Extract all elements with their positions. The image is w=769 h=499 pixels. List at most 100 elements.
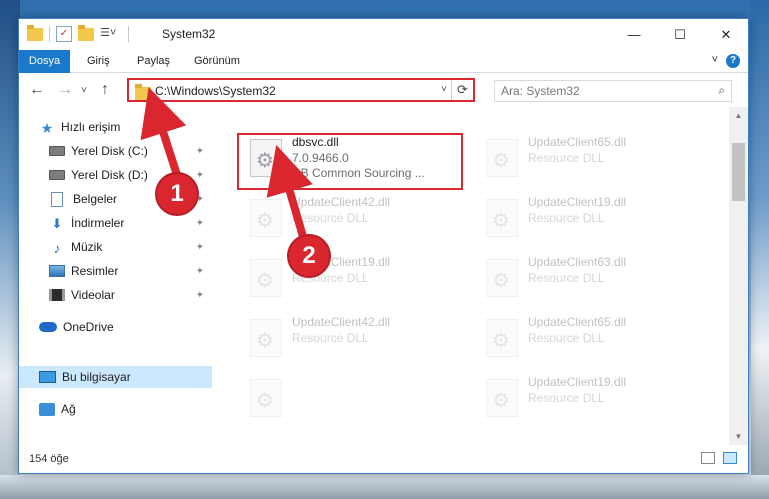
desktop-background-bottom: [0, 475, 769, 499]
file-item[interactable]: UpdateClient19.dll Resource DLL: [476, 191, 706, 247]
sidebar-item-label: Ağ: [61, 402, 76, 416]
computer-icon: [39, 371, 56, 383]
sidebar-item-label: İndirmeler: [71, 216, 125, 230]
pin-icon: ✦: [195, 265, 204, 277]
file-item-partial[interactable]: [240, 371, 470, 427]
folder-icon: [135, 84, 151, 100]
sidebar-item-local-disk-c[interactable]: Yerel Disk (C:) ✦: [19, 140, 212, 162]
scroll-up-icon[interactable]: ▲: [729, 107, 748, 124]
star-icon: ★: [40, 120, 54, 136]
sidebar-item-label: Belgeler: [73, 192, 118, 206]
file-type: Resource DLL: [528, 331, 605, 345]
scrollbar-thumb[interactable]: [732, 143, 745, 201]
file-type: Resource DLL: [528, 151, 605, 165]
ribbon-tabs: Dosya Giriş Paylaş Görünüm ˅ ?: [19, 50, 748, 73]
file-item[interactable]: UpdateClient19.dll Resource DLL: [476, 371, 706, 427]
pin-icon: ✦: [195, 169, 204, 181]
desktop-background-right: [751, 0, 769, 499]
sidebar-item-videos[interactable]: Videolar ✦: [19, 284, 212, 306]
title-bar: ✓ ☰˅ System32 — ☐ ✕: [19, 19, 748, 50]
sidebar-item-this-pc[interactable]: Bu bilgisayar: [19, 366, 212, 388]
customize-toolbar-icon[interactable]: ☰˅: [100, 26, 122, 42]
back-button[interactable]: ←: [29, 81, 45, 99]
quick-access-toolbar: ✓ ☰˅: [27, 25, 135, 42]
dll-file-icon: [486, 199, 518, 237]
highlight-box: [237, 133, 463, 190]
sidebar-item-label: Hızlı erişim: [61, 120, 121, 134]
search-placeholder[interactable]: Ara: System32: [501, 84, 580, 98]
refresh-icon[interactable]: ⟳: [451, 80, 473, 100]
tab-view[interactable]: Görünüm: [184, 50, 250, 73]
dll-file-icon: [486, 379, 518, 417]
file-item[interactable]: UpdateClient63.dll Resource DLL: [476, 251, 706, 307]
file-type: Resource DLL: [528, 271, 605, 285]
file-item[interactable]: UpdateClient65.dll Resource DLL: [476, 311, 706, 367]
address-path[interactable]: C:\Windows\System32: [155, 84, 276, 98]
tab-share[interactable]: Paylaş: [127, 50, 180, 73]
file-type: Resource DLL: [292, 211, 369, 225]
item-count: 154 öğe: [29, 453, 69, 465]
file-name: UpdateClient19.dll: [528, 375, 627, 389]
up-button[interactable]: ↑: [101, 81, 109, 99]
desktop-background-left: [0, 0, 20, 499]
help-icon[interactable]: ?: [726, 54, 740, 68]
toolbar-separator: [128, 26, 129, 42]
dll-file-icon: [250, 199, 282, 237]
file-name: UpdateClient42.dll: [292, 195, 391, 209]
file-item[interactable]: UpdateClient42.dll Resource DLL: [240, 191, 470, 247]
download-icon: ⬇: [51, 216, 63, 231]
sidebar-item-quick-access[interactable]: ★ Hızlı erişim: [19, 116, 212, 138]
step-2-badge: 2: [289, 236, 329, 276]
sidebar-item-downloads[interactable]: ⬇ İndirmeler ✦: [19, 212, 212, 234]
file-name: UpdateClient63.dll: [528, 255, 627, 269]
dll-file-icon: [250, 379, 282, 417]
toolbar-separator: [49, 26, 50, 42]
network-icon: [39, 402, 55, 416]
sidebar-item-label: Videolar: [71, 288, 115, 302]
document-icon: [51, 191, 63, 207]
search-box[interactable]: Ara: System32 ⌕: [494, 80, 732, 102]
properties-icon[interactable]: ✓: [56, 26, 72, 42]
step-1-badge: 1: [157, 174, 197, 214]
pictures-icon: [49, 265, 65, 277]
file-item[interactable]: UpdateClient65.dll Resource DLL: [476, 131, 706, 187]
pin-icon: ✦: [195, 217, 204, 229]
minimize-button[interactable]: —: [611, 19, 657, 50]
pin-icon: ✦: [195, 289, 204, 301]
tab-home[interactable]: Giriş: [77, 50, 120, 73]
dll-file-icon: [486, 139, 518, 177]
ribbon-expand-icon[interactable]: ˅: [712, 54, 718, 66]
navigation-bar: ← → ˅ ↑ C:\Windows\System32 ˅ ⟳ Ara: Sys…: [19, 74, 748, 107]
file-list: dbsvc.dll 7.0.9466.0 DB Common Sourcing …: [212, 107, 729, 445]
sidebar-item-label: Bu bilgisayar: [62, 370, 131, 384]
sidebar-item-onedrive[interactable]: OneDrive: [19, 316, 212, 338]
file-item[interactable]: UpdateClient42.dll Resource DLL: [240, 311, 470, 367]
close-button[interactable]: ✕: [703, 19, 749, 50]
navigation-pane: ★ Hızlı erişim Yerel Disk (C:) ✦ Yerel D…: [19, 107, 212, 445]
sidebar-item-network[interactable]: Ağ: [19, 398, 212, 420]
recent-locations-button[interactable]: ˅: [81, 85, 87, 96]
large-icons-view-icon[interactable]: [723, 452, 737, 464]
address-bar[interactable]: C:\Windows\System32 ˅ ⟳: [127, 78, 475, 102]
file-name: UpdateClient65.dll: [528, 135, 627, 149]
new-folder-icon[interactable]: [78, 25, 94, 42]
maximize-button[interactable]: ☐: [657, 19, 703, 50]
forward-button[interactable]: →: [57, 81, 73, 99]
dll-file-icon: [250, 259, 282, 297]
sidebar-item-label: Müzik: [71, 240, 103, 254]
scroll-down-icon[interactable]: ▼: [729, 428, 748, 445]
sidebar-item-music[interactable]: ♪ Müzik ✦: [19, 236, 212, 258]
file-item[interactable]: UpdateClient19.dll Resource DLL: [240, 251, 470, 307]
details-view-icon[interactable]: [701, 452, 715, 464]
status-bar: 154 öğe: [19, 445, 748, 473]
file-type: Resource DLL: [292, 331, 369, 345]
tab-file[interactable]: Dosya: [19, 50, 70, 73]
sidebar-item-label: Resimler: [71, 264, 119, 278]
pin-icon: ✦: [195, 241, 204, 253]
music-icon: ♪: [53, 240, 61, 256]
vertical-scrollbar[interactable]: ▲ ▼: [729, 107, 748, 445]
window-title: System32: [162, 27, 216, 41]
pin-icon: ✦: [195, 145, 204, 157]
sidebar-item-pictures[interactable]: Resimler ✦: [19, 260, 212, 282]
address-dropdown-icon[interactable]: ˅: [441, 84, 447, 95]
